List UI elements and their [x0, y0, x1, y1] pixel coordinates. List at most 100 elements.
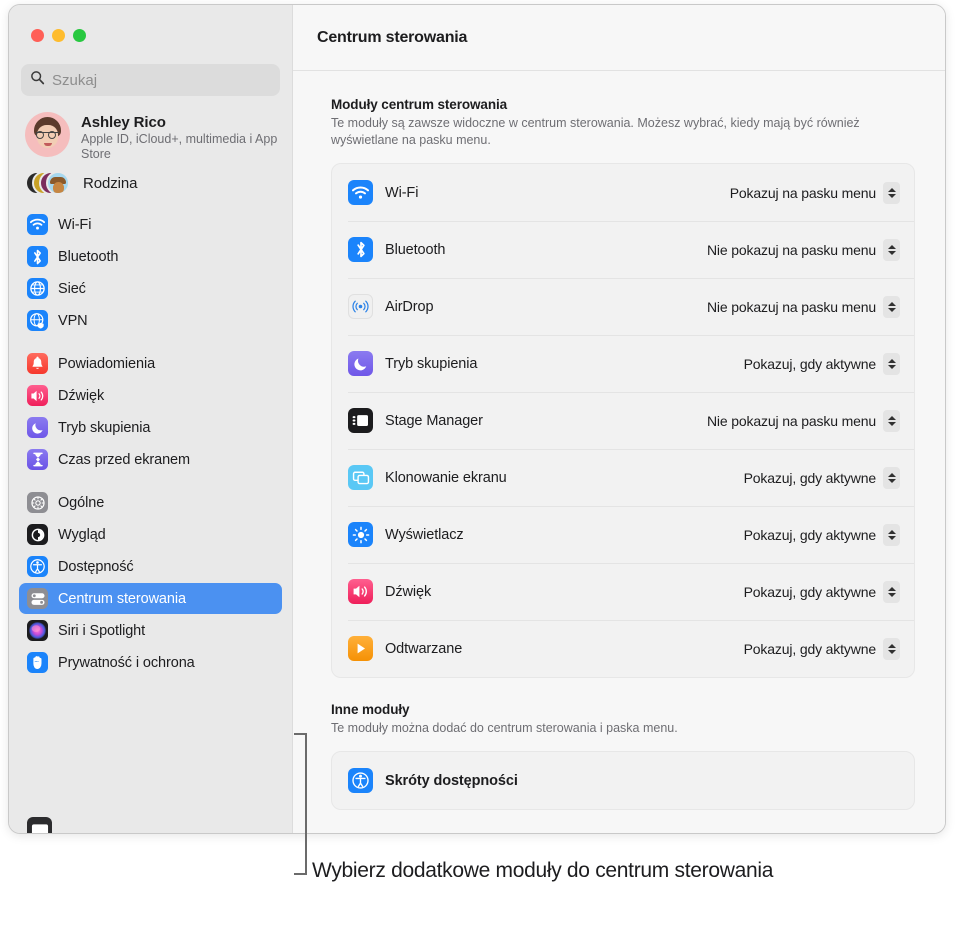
module-row-now-playing: Odtwarzane Pokazuj, gdy aktywne — [332, 620, 914, 677]
popup-value: Nie pokazuj na pasku menu — [706, 412, 876, 429]
minimize-button[interactable] — [52, 29, 65, 42]
popup-value: Pokazuj, gdy aktywne — [743, 355, 877, 372]
chevron-up-down-icon[interactable] — [883, 409, 900, 432]
sidebar-item-notifications[interactable]: Powiadomienia — [19, 348, 282, 379]
system-settings-window: Szukaj Ashley Rico Apple ID, iCloud+, mu… — [8, 4, 946, 834]
callout-label: Wybierz dodatkowe moduły do centrum ster… — [312, 859, 774, 882]
notifications-bell-icon — [27, 353, 48, 374]
accessibility-icon — [27, 556, 48, 577]
chevron-up-down-icon[interactable] — [883, 352, 900, 375]
module-row-stage-manager: Stage Manager Nie pokazuj na pasku menu — [332, 392, 914, 449]
menubar-visibility-popup[interactable]: Pokazuj, gdy aktywne — [743, 580, 900, 603]
section-heading: Inne moduły — [331, 702, 410, 717]
general-gear-icon — [27, 492, 48, 513]
sidebar-nav: Wi-Fi Bluetooth Sieć VPN Powiadomienia D… — [19, 209, 282, 678]
sidebar-item-bluetooth[interactable]: Bluetooth — [19, 241, 282, 272]
menubar-visibility-popup[interactable]: Pokazuj, gdy aktywne — [743, 523, 900, 546]
sound-speaker-icon — [27, 385, 48, 406]
sound-speaker-icon — [348, 579, 373, 604]
accessibility-icon — [348, 768, 373, 793]
close-button[interactable] — [31, 29, 44, 42]
sidebar-item-label: Czas przed ekranem — [58, 451, 190, 468]
bluetooth-icon — [27, 246, 48, 267]
module-label: Klonowanie ekranu — [385, 469, 507, 486]
sidebar-item-label: Sieć — [58, 280, 86, 297]
chevron-up-down-icon[interactable] — [883, 295, 900, 318]
section-other-modules: Inne moduły Te moduły można dodać do cen… — [331, 702, 915, 810]
sidebar-item-focus[interactable]: Tryb skupienia — [19, 412, 282, 443]
screenshot-root: Szukaj Ashley Rico Apple ID, iCloud+, mu… — [0, 0, 955, 934]
bluetooth-icon — [348, 237, 373, 262]
menubar-visibility-popup[interactable]: Nie pokazuj na pasku menu — [706, 409, 900, 432]
zoom-button[interactable] — [73, 29, 86, 42]
popup-value: Pokazuj, gdy aktywne — [743, 640, 877, 657]
siri-icon — [27, 620, 48, 641]
sidebar-item-label: Prywatność i ochrona — [58, 654, 195, 671]
family-avatars — [25, 169, 71, 197]
chevron-up-down-icon[interactable] — [883, 181, 900, 204]
module-row-wifi: Wi-Fi Pokazuj na pasku menu — [332, 164, 914, 221]
menubar-visibility-popup[interactable]: Pokazuj, gdy aktywne — [743, 637, 900, 660]
menubar-visibility-popup[interactable]: Pokazuj, gdy aktywne — [743, 352, 900, 375]
sidebar-item-general[interactable]: Ogólne — [19, 487, 282, 518]
sidebar-item-family[interactable]: Rodzina — [19, 166, 282, 201]
sidebar-item-control-center[interactable]: Centrum sterowania — [19, 583, 282, 614]
window-traffic-lights — [19, 5, 282, 42]
sidebar-group-preferences: Ogólne Wygląd Dostępność Centrum sterowa… — [19, 487, 282, 678]
sidebar-item-screen-time[interactable]: Czas przed ekranem — [19, 444, 282, 475]
network-globe-icon — [27, 278, 48, 299]
callout-tick-bottom — [294, 873, 305, 875]
focus-moon-icon — [348, 351, 373, 376]
settings-pane: Moduły centrum sterowania Te moduły są z… — [293, 71, 945, 810]
account-subtitle: Apple ID, iCloud+, multimedia i App Stor… — [81, 132, 278, 161]
menubar-visibility-popup[interactable]: Nie pokazuj na pasku menu — [707, 295, 900, 318]
sidebar-partial-item[interactable] — [19, 817, 283, 833]
now-playing-icon — [348, 636, 373, 661]
chevron-up-down-icon[interactable] — [883, 580, 900, 603]
menubar-visibility-popup[interactable]: Pokazuj na pasku menu — [730, 181, 900, 204]
sidebar-item-privacy-security[interactable]: Prywatność i ochrona — [19, 647, 282, 678]
popup-value: Nie pokazuj na pasku menu — [706, 241, 876, 258]
sidebar-item-appearance[interactable]: Wygląd — [19, 519, 282, 550]
menubar-visibility-popup[interactable]: Nie pokazuj na pasku menu — [706, 238, 900, 261]
section-description: Te moduły są zawsze widoczne w centrum s… — [331, 116, 860, 147]
account-row[interactable]: Ashley Rico Apple ID, iCloud+, multimedi… — [19, 96, 282, 166]
desktop-dock-icon — [27, 817, 52, 833]
sidebar-item-sound[interactable]: Dźwięk — [19, 380, 282, 411]
vpn-globe-icon — [27, 310, 48, 331]
screen-time-hourglass-icon — [27, 449, 48, 470]
menubar-visibility-popup[interactable]: Pokazuj, gdy aktywne — [744, 466, 900, 489]
chevron-up-down-icon[interactable] — [883, 238, 900, 261]
chevron-up-down-icon[interactable] — [883, 523, 900, 546]
sidebar-item-siri-spotlight[interactable]: Siri i Spotlight — [19, 615, 282, 646]
sidebar-item-label: Centrum sterowania — [58, 590, 186, 607]
screen-mirroring-icon — [348, 465, 373, 490]
sidebar-item-label: Wi-Fi — [58, 216, 92, 233]
stage-manager-icon — [348, 408, 373, 433]
search-placeholder: Szukaj — [52, 71, 98, 89]
sidebar-item-label: Siri i Spotlight — [58, 622, 146, 639]
chevron-up-down-icon[interactable] — [883, 466, 900, 489]
popup-value: Pokazuj, gdy aktywne — [743, 583, 877, 600]
sidebar-item-label: Dostępność — [58, 558, 134, 575]
module-row-focus: Tryb skupienia Pokazuj, gdy aktywne — [332, 335, 914, 392]
sidebar-item-wifi[interactable]: Wi-Fi — [19, 209, 282, 240]
search-field[interactable]: Szukaj — [21, 64, 280, 96]
sidebar-item-accessibility[interactable]: Dostępność — [19, 551, 282, 582]
sidebar-item-vpn[interactable]: VPN — [19, 305, 282, 336]
module-label: Stage Manager — [385, 412, 483, 429]
privacy-hand-icon — [27, 652, 48, 673]
chevron-up-down-icon[interactable] — [883, 637, 900, 660]
account-name: Ashley Rico — [81, 114, 166, 131]
avatar — [25, 112, 70, 157]
popup-value: Pokazuj, gdy aktywne — [743, 526, 877, 543]
module-row-bluetooth: Bluetooth Nie pokazuj na pasku menu — [332, 221, 914, 278]
sidebar-item-network[interactable]: Sieć — [19, 273, 282, 304]
module-label: Bluetooth — [385, 241, 446, 258]
sidebar-item-label-family: Rodzina — [83, 174, 138, 192]
wifi-icon — [348, 180, 373, 205]
module-row-sound: Dźwięk Pokazuj, gdy aktywne — [332, 563, 914, 620]
focus-moon-icon — [27, 417, 48, 438]
sidebar-item-label: Wygląd — [58, 526, 106, 543]
appearance-icon — [27, 524, 48, 545]
